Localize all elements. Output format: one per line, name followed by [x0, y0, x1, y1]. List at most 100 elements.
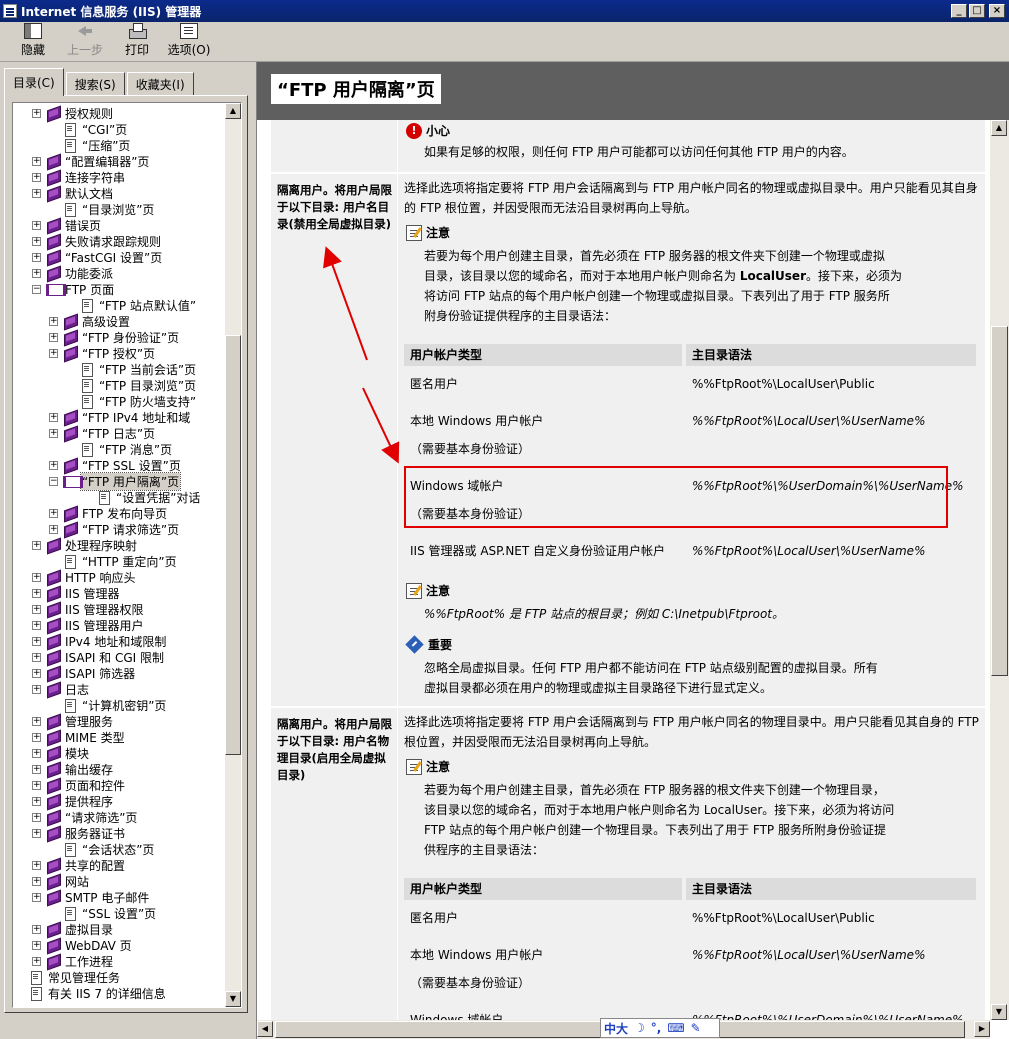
tab-search[interactable]: 搜索(S)	[65, 72, 125, 96]
tree-item[interactable]: + 处理程序映射	[32, 537, 227, 553]
content-scroll-down-button[interactable]: ▼	[991, 1004, 1007, 1020]
tree-item[interactable]: + “FTP 请求筛选”页	[49, 521, 227, 537]
tree-item[interactable]: + SMTP 电子邮件	[32, 889, 227, 905]
tree-item[interactable]: “计算机密钥”页	[49, 697, 227, 713]
tree-item[interactable]: + IPv4 地址和域限制	[32, 633, 227, 649]
tree-expander-icon[interactable]: +	[32, 236, 41, 246]
tree-vertical-scrollbar[interactable]: ▲ ▼	[225, 103, 241, 1007]
tree-item[interactable]: “FTP 消息”页	[66, 441, 227, 457]
tree-item[interactable]: “FTP 防火墙支持”	[66, 393, 227, 409]
tree-item[interactable]: “会话状态”页	[49, 841, 227, 857]
tree-expander-icon[interactable]: +	[49, 332, 58, 342]
tree-item[interactable]: − “FTP 用户隔离”页	[49, 471, 227, 491]
tree-expander-icon[interactable]: +	[32, 876, 41, 886]
tree-expander-icon[interactable]: +	[32, 828, 41, 838]
tree-item[interactable]: + “FTP 身份验证”页	[49, 329, 227, 345]
tree-item[interactable]: + 共享的配置	[32, 857, 227, 873]
tree-expander-icon[interactable]: +	[49, 508, 58, 518]
tree-item[interactable]: 有关 IIS 7 的详细信息	[15, 985, 227, 1001]
tree-item[interactable]: − FTP 页面	[32, 281, 227, 297]
tree-expander-icon[interactable]: +	[49, 428, 58, 438]
tree-item[interactable]: + 虚拟目录	[32, 921, 227, 937]
tree-item[interactable]: + 高级设置	[49, 313, 227, 329]
tree-expander-icon[interactable]: −	[49, 476, 58, 486]
tree-item[interactable]: + 错误页	[32, 217, 227, 233]
tree-item[interactable]: + “FastCGI 设置”页	[32, 249, 227, 265]
tree-expander-icon[interactable]: +	[32, 796, 41, 806]
tree-expander-icon[interactable]: +	[49, 412, 58, 422]
tree-scroll-thumb[interactable]	[225, 335, 241, 755]
tree-expander-icon[interactable]: +	[32, 652, 41, 662]
tree-expander-icon[interactable]: +	[32, 636, 41, 646]
tree-item[interactable]: + FTP 发布向导页	[49, 505, 227, 521]
content-scroll-right-button[interactable]: ▶	[974, 1021, 990, 1037]
tree-expander-icon[interactable]: +	[32, 668, 41, 678]
tree-expander-icon[interactable]: +	[32, 604, 41, 614]
print-button[interactable]: 打印	[112, 23, 162, 61]
tree-item[interactable]: “设置凭据”对话	[83, 489, 227, 505]
tree-expander-icon[interactable]: +	[32, 860, 41, 870]
tree-expander-icon[interactable]: +	[32, 684, 41, 694]
tree-item[interactable]: + “FTP IPv4 地址和域	[49, 409, 227, 425]
tab-favorites[interactable]: 收藏夹(I)	[126, 72, 194, 96]
tree-item[interactable]: + 服务器证书	[32, 825, 227, 841]
tree-expander-icon[interactable]: +	[32, 572, 41, 582]
tree-item[interactable]: “目录浏览”页	[49, 201, 227, 217]
tree-item[interactable]: “SSL 设置”页	[49, 905, 227, 921]
tree-expander-icon[interactable]: +	[32, 156, 41, 166]
tree-expander-icon[interactable]: +	[32, 748, 41, 758]
tree-expander-icon[interactable]: +	[32, 268, 41, 278]
content-scroll-thumb[interactable]	[991, 326, 1008, 676]
tree-item[interactable]: + “请求筛选”页	[32, 809, 227, 825]
tree-expander-icon[interactable]: +	[32, 940, 41, 950]
tree-item[interactable]: + 模块	[32, 745, 227, 761]
minimize-button[interactable]: _	[951, 4, 967, 18]
tree-item[interactable]: + MIME 类型	[32, 729, 227, 745]
tab-contents[interactable]: 目录(C)	[4, 68, 64, 96]
tree-item[interactable]: “压缩”页	[49, 137, 227, 153]
tree-expander-icon[interactable]: +	[32, 540, 41, 550]
back-button[interactable]: 上一步	[60, 23, 110, 61]
tree-item[interactable]: + IIS 管理器用户	[32, 617, 227, 633]
tree-expander-icon[interactable]: +	[32, 172, 41, 182]
maximize-button[interactable]: □	[969, 4, 985, 18]
tree-item[interactable]: + ISAPI 和 CGI 限制	[32, 649, 227, 665]
tree-item[interactable]: + IIS 管理器权限	[32, 601, 227, 617]
tree-item[interactable]: + “FTP 授权”页	[49, 345, 227, 361]
tree-item[interactable]: + 日志	[32, 681, 227, 697]
tree-expander-icon[interactable]: +	[49, 524, 58, 534]
tree-item[interactable]: + ISAPI 筛选器	[32, 665, 227, 681]
tree-expander-icon[interactable]: +	[32, 252, 41, 262]
tree-item[interactable]: + “FTP SSL 设置”页	[49, 457, 227, 473]
tree-expander-icon[interactable]: +	[32, 588, 41, 598]
content-vertical-scrollbar[interactable]: ▲ ▼	[990, 120, 1009, 1020]
tree-item[interactable]: + 网站	[32, 873, 227, 889]
tree-item[interactable]: “FTP 目录浏览”页	[66, 377, 227, 393]
tree-item[interactable]: + IIS 管理器	[32, 585, 227, 601]
tree-item[interactable]: + WebDAV 页	[32, 937, 227, 953]
tree-expander-icon[interactable]: +	[32, 716, 41, 726]
tree-expander-icon[interactable]: −	[32, 284, 41, 294]
tree-item[interactable]: “FTP 当前会话”页	[66, 361, 227, 377]
tree-expander-icon[interactable]: +	[32, 188, 41, 198]
tree-scroll-down-button[interactable]: ▼	[225, 991, 241, 1007]
content-scroll-left-button[interactable]: ◀	[257, 1021, 273, 1037]
tree-item[interactable]: + 工作进程	[32, 953, 227, 969]
tree-expander-icon[interactable]: +	[32, 924, 41, 934]
tree-item[interactable]: + “FTP 日志”页	[49, 425, 227, 441]
content-scroll-up-button[interactable]: ▲	[991, 120, 1007, 136]
tree-expander-icon[interactable]: +	[32, 764, 41, 774]
tree-item[interactable]: “HTTP 重定向”页	[49, 553, 227, 569]
tree-item[interactable]: + “配置编辑器”页	[32, 153, 227, 169]
tree-expander-icon[interactable]: +	[32, 892, 41, 902]
tree-item[interactable]: + 管理服务	[32, 713, 227, 729]
tree-expander-icon[interactable]: +	[49, 460, 58, 470]
tree-expander-icon[interactable]: +	[49, 316, 58, 326]
tree-item[interactable]: + 功能委派	[32, 265, 227, 281]
tree-item[interactable]: + 连接字符串	[32, 169, 227, 185]
ime-toolbar[interactable]: 中大 ☽ °, ⌨ ✎	[600, 1018, 720, 1038]
tree-item[interactable]: + 输出缓存	[32, 761, 227, 777]
options-button[interactable]: 选项(O)	[164, 23, 214, 61]
tree-item[interactable]: “CGI”页	[49, 121, 227, 137]
tree-item[interactable]: + 授权规则	[32, 105, 227, 121]
